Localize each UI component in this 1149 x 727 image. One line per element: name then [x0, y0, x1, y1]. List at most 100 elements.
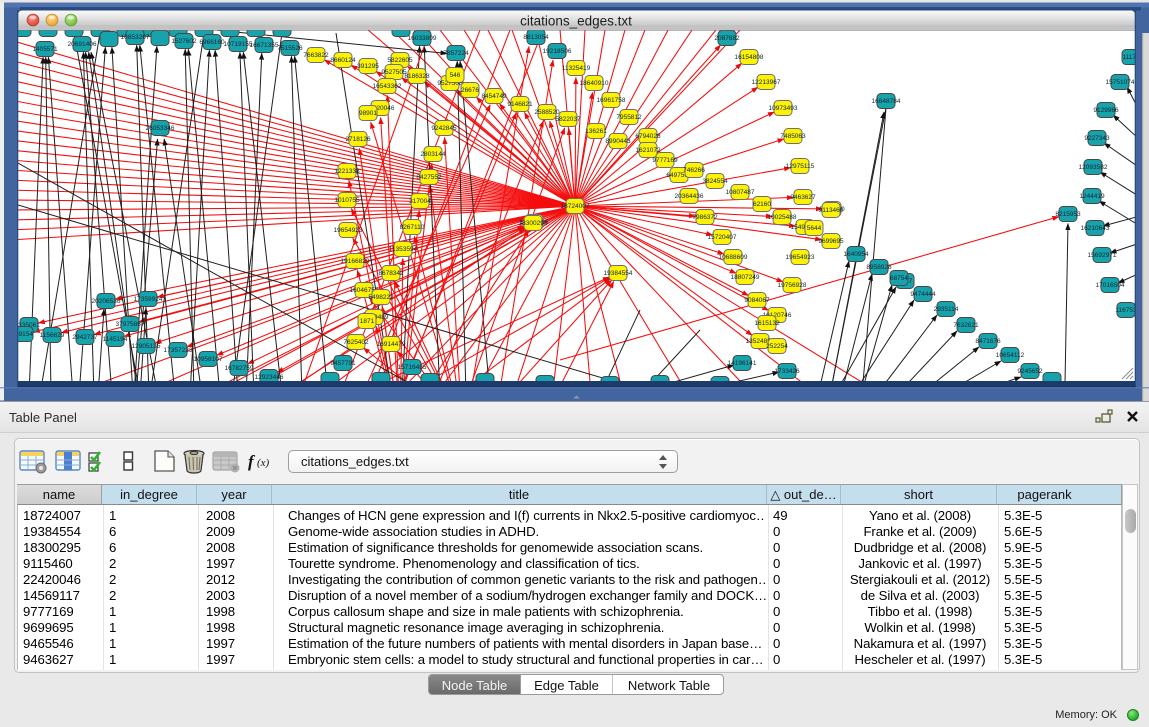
svg-text:1221338: 1221338	[334, 168, 360, 175]
svg-text:14196141: 14196141	[728, 360, 757, 367]
svg-text:12093582: 12093582	[1079, 164, 1108, 171]
svg-text:9113460: 9113460	[819, 207, 844, 214]
svg-text:7625402: 7625402	[343, 339, 369, 346]
svg-text:9245652: 9245652	[1017, 368, 1043, 375]
svg-text:8267110: 8267110	[400, 224, 425, 231]
svg-text:746266: 746266	[683, 167, 705, 174]
svg-text:1615132: 1615132	[754, 320, 780, 327]
svg-text:116753: 116753	[1115, 307, 1137, 314]
svg-text:18807249: 18807249	[731, 274, 760, 281]
svg-text:9457791: 9457791	[330, 360, 356, 367]
svg-text:16914479: 16914479	[377, 341, 406, 348]
svg-text:8186328: 8186328	[404, 73, 430, 80]
svg-text:1156829: 1156829	[40, 332, 65, 339]
svg-text:1244419: 1244419	[1079, 193, 1105, 200]
svg-text:3824554: 3824554	[702, 178, 728, 185]
svg-text:16648784: 16648784	[872, 98, 901, 105]
svg-text:8958928: 8958928	[866, 264, 892, 271]
svg-text:2588520: 2588520	[534, 109, 560, 116]
svg-text:7663822: 7663822	[303, 52, 329, 59]
svg-text:8215953: 8215953	[1055, 211, 1081, 218]
svg-text:9129966: 9129966	[1093, 107, 1119, 114]
svg-text:2087682: 2087682	[714, 35, 740, 42]
svg-text:136261: 136261	[585, 128, 607, 135]
svg-text:7955812: 7955812	[616, 114, 642, 121]
svg-text:18640910: 18640910	[580, 80, 609, 87]
svg-text:7485063: 7485063	[780, 133, 806, 140]
svg-text:1145194: 1145194	[103, 336, 128, 343]
svg-text:1621072: 1621072	[635, 147, 661, 154]
svg-text:62160: 62160	[753, 201, 771, 208]
svg-text:19166829: 19166829	[341, 258, 370, 265]
svg-text:15751074: 15751074	[1106, 79, 1135, 86]
svg-text:5822605: 5822605	[387, 57, 413, 64]
svg-text:17357223: 17357223	[164, 347, 193, 354]
svg-text:18300295: 18300295	[519, 220, 548, 227]
svg-text:1733426: 1733426	[774, 368, 800, 375]
svg-text:26053346: 26053346	[146, 125, 175, 132]
svg-text:17359924: 17359924	[134, 296, 163, 303]
svg-text:8427552: 8427552	[416, 174, 442, 181]
svg-text:10807487: 10807487	[726, 189, 755, 196]
svg-text:18724007: 18724007	[561, 203, 590, 210]
svg-text:20691406: 20691406	[68, 41, 97, 48]
svg-text:37975867: 37975867	[116, 321, 145, 328]
svg-text:19384554: 19384554	[604, 270, 633, 277]
svg-text:8660124: 8660124	[330, 57, 356, 64]
svg-text:5644: 5644	[807, 225, 822, 232]
svg-text:9146821: 9146821	[507, 101, 533, 108]
svg-text:7986372: 7986372	[692, 214, 718, 221]
svg-text:5498222: 5498222	[368, 294, 394, 301]
svg-text:6794028: 6794028	[635, 133, 661, 140]
svg-text:1010755: 1010755	[334, 197, 360, 204]
svg-text:7515526: 7515526	[277, 45, 303, 52]
svg-text:6966160: 6966160	[199, 39, 225, 46]
svg-text:10853267: 10853267	[121, 34, 150, 41]
svg-text:12923446: 12923446	[255, 374, 284, 381]
svg-text:9242845: 9242845	[431, 125, 457, 132]
svg-text:citations_edges.txt: citations_edges.txt	[520, 14, 632, 29]
svg-text:19654923: 19654923	[786, 254, 815, 261]
svg-text:7632621: 7632621	[953, 322, 979, 329]
svg-text:1871: 1871	[360, 318, 375, 325]
svg-text:16210643: 16210643	[1081, 225, 1110, 232]
svg-text:98901: 98901	[359, 110, 377, 117]
svg-text:(x): (x)	[257, 457, 270, 469]
svg-text:11353594: 11353594	[389, 246, 418, 253]
svg-text:17016504: 17016504	[1096, 282, 1125, 289]
svg-text:12213967: 12213967	[752, 79, 781, 86]
svg-text:19218506: 19218506	[543, 48, 572, 55]
svg-text:317004: 317004	[409, 198, 431, 205]
svg-text:12975115: 12975115	[786, 163, 815, 170]
svg-text:15720407: 15720407	[708, 234, 737, 241]
svg-text:1405571: 1405571	[32, 46, 58, 53]
svg-text:9227343: 9227343	[1084, 135, 1110, 142]
svg-text:8471676: 8471676	[975, 338, 1001, 345]
svg-text:15716485: 15716485	[398, 364, 427, 371]
svg-text:5822037: 5822037	[555, 116, 581, 123]
svg-text:16543362: 16543362	[373, 83, 402, 90]
svg-text:2942737: 2942737	[72, 334, 98, 341]
svg-text:8678342: 8678342	[378, 270, 404, 277]
svg-text:20364436: 20364436	[675, 193, 704, 200]
svg-text:252254: 252254	[766, 343, 788, 350]
svg-text:8454749: 8454749	[481, 93, 507, 100]
svg-text:10025488: 10025488	[768, 214, 797, 221]
svg-text:16961758: 16961758	[597, 97, 626, 104]
svg-text:f: f	[248, 452, 256, 471]
svg-text:9527505: 9527505	[381, 69, 407, 76]
svg-text:16154808: 16154808	[735, 54, 764, 61]
svg-text:9084067: 9084067	[744, 297, 770, 304]
svg-text:15692971: 15692971	[1088, 252, 1117, 259]
svg-text:68754: 68754	[890, 275, 908, 282]
svg-text:8990443: 8990443	[605, 138, 631, 145]
svg-text:10654112: 10654112	[996, 352, 1025, 359]
svg-text:19654923: 19654923	[334, 227, 363, 234]
svg-text:16782759: 16782759	[225, 365, 254, 372]
svg-text:12905135: 12905135	[132, 343, 161, 350]
svg-text:11325419: 11325419	[562, 65, 591, 72]
svg-text:546: 546	[450, 72, 461, 79]
svg-text:10719155: 10719155	[224, 41, 253, 48]
svg-text:9463627: 9463627	[790, 194, 816, 201]
svg-text:9777169: 9777169	[652, 157, 678, 164]
